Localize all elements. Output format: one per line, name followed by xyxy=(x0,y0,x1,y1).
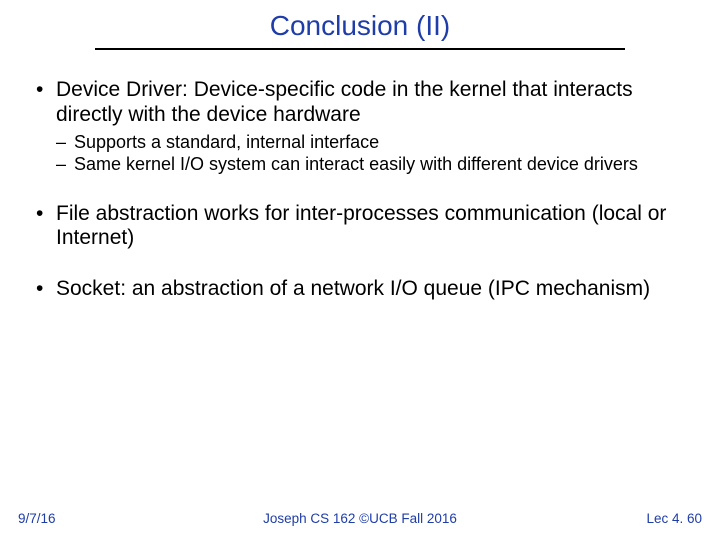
slide-title: Conclusion (II) xyxy=(260,10,461,48)
bullet-text: Socket: an abstraction of a network I/O … xyxy=(56,277,650,300)
slide-body: Device Driver: Device-specific code in t… xyxy=(0,50,720,302)
bullet-text: File abstraction works for inter-process… xyxy=(56,202,666,250)
bullet-item: File abstraction works for inter-process… xyxy=(32,202,688,252)
bullet-item: Device Driver: Device-specific code in t… xyxy=(32,78,688,176)
sub-bullet-text: Supports a standard, internal interface xyxy=(74,132,379,152)
bullet-text: Device Driver: Device-specific code in t… xyxy=(56,78,633,126)
sub-bullet-text: Same kernel I/O system can interact easi… xyxy=(74,154,638,174)
slide-footer: 9/7/16 Joseph CS 162 ©UCB Fall 2016 Lec … xyxy=(0,511,720,526)
footer-right: Lec 4. 60 xyxy=(646,511,702,526)
footer-center: Joseph CS 162 ©UCB Fall 2016 xyxy=(0,511,720,526)
bullet-item: Socket: an abstraction of a network I/O … xyxy=(32,277,688,302)
sub-bullet-item: Supports a standard, internal interface xyxy=(56,132,682,154)
sub-bullet-item: Same kernel I/O system can interact easi… xyxy=(56,154,682,176)
footer-date: 9/7/16 xyxy=(18,511,56,526)
